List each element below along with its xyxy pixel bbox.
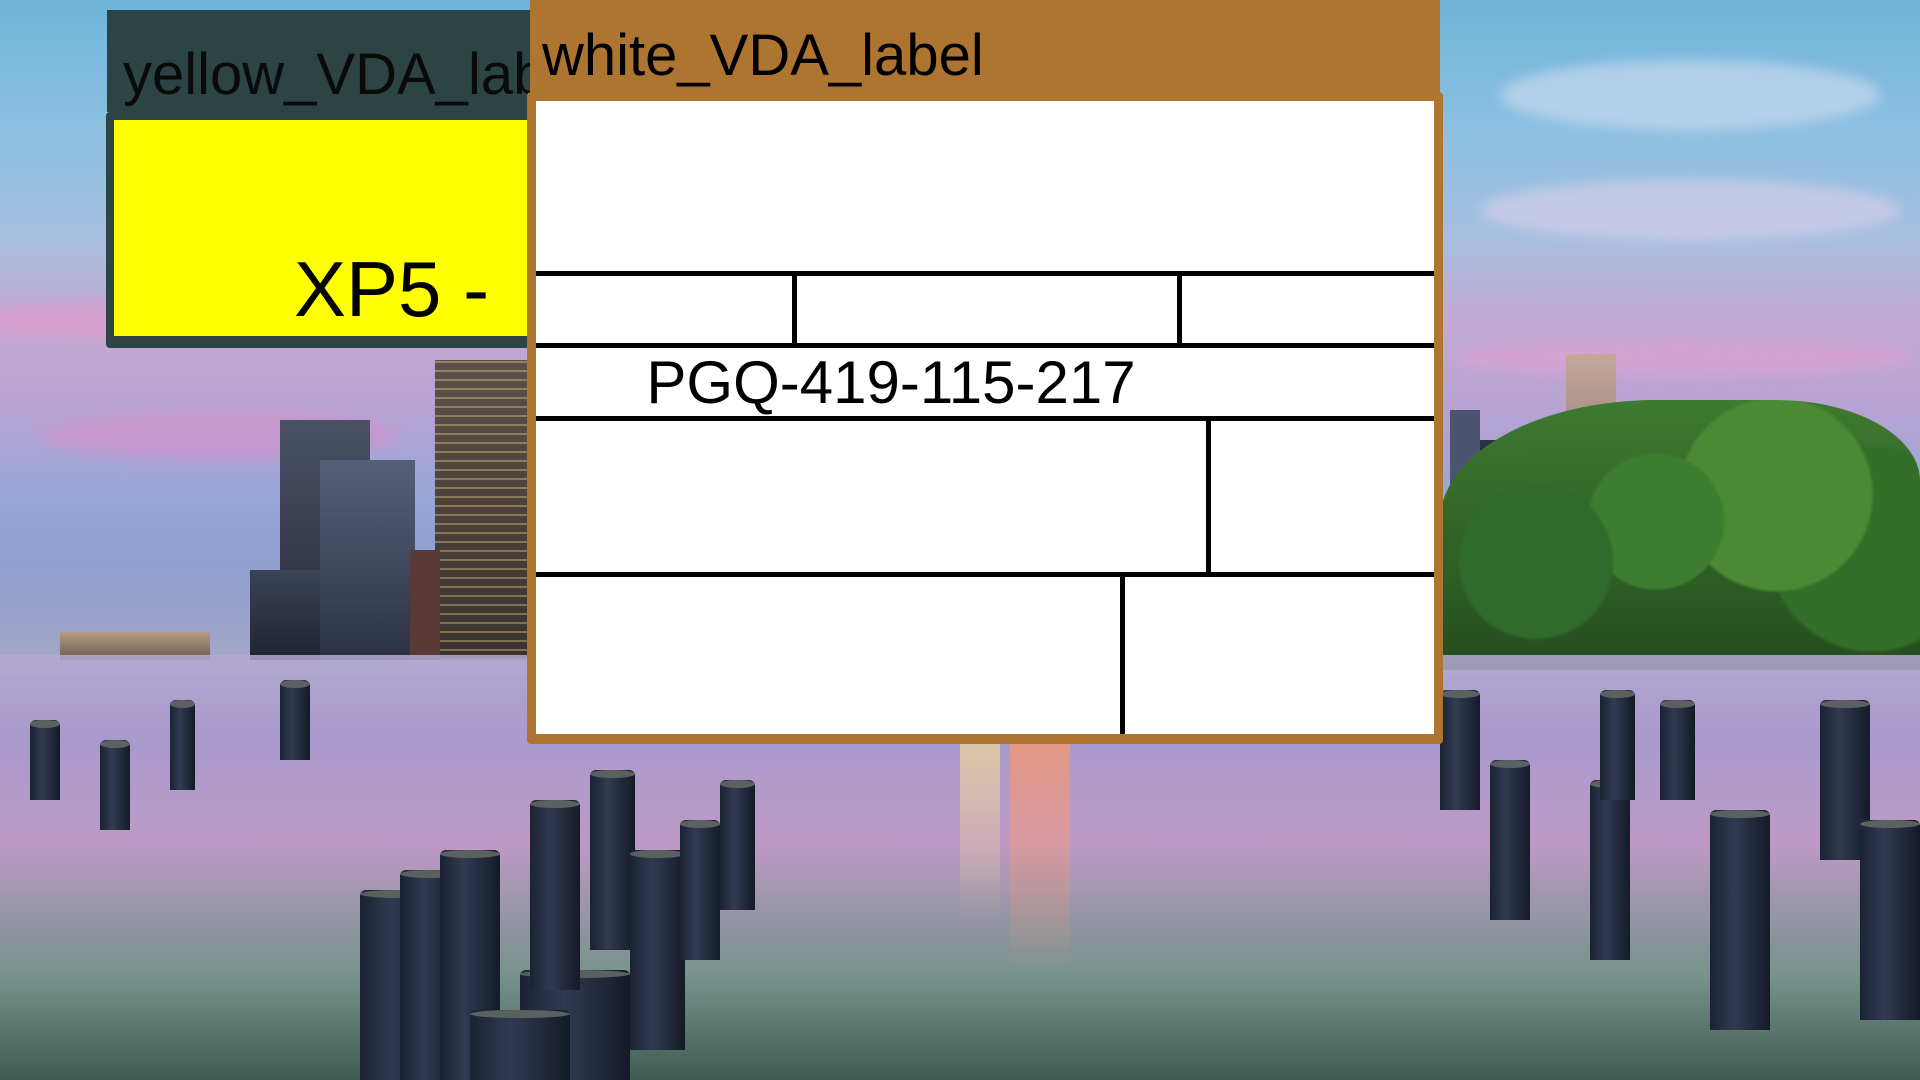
pier-piling [30,720,60,800]
pier-piling [1600,690,1635,800]
white-label-panel: PGQ-419-115-217 [536,101,1434,734]
pier-piling [470,1010,570,1080]
pier-piling [630,850,685,1050]
pier-piling [1440,690,1480,810]
wallpaper-cloud [1450,340,1910,376]
pier-piling [1710,810,1770,1030]
pier-piling [680,820,720,960]
label-value-text: XP5 - [294,245,490,333]
window-frame: PGQ-419-115-217 [527,92,1443,744]
pier-piling [530,800,580,990]
pier-piling [1860,820,1920,1020]
label-grid-line [792,271,797,343]
pier-piling [720,780,755,910]
building [410,550,440,660]
building [320,460,415,660]
pier-piling [1660,700,1695,800]
water-reflection [1010,740,1070,970]
window-title: yellow_VDA_label [123,42,591,107]
window-title-bar[interactable]: white_VDA_label [530,0,1440,92]
label-grid-line [1120,572,1125,734]
white-vda-label-window[interactable]: white_VDA_label PGQ-419-115-217 [527,0,1443,745]
label-grid-line [536,416,1434,421]
wallpaper-trees [1440,400,1920,670]
wallpaper-cloud [1500,60,1880,130]
pier-piling [1590,780,1630,960]
skyline-left [0,320,560,660]
label-grid-line [1177,271,1182,343]
wallpaper-cloud [1480,180,1900,240]
pier-piling [590,770,635,950]
building [250,570,320,660]
label-grid-line [536,572,1434,577]
window-title: white_VDA_label [542,23,984,88]
pier-piling [1490,760,1530,920]
water-reflection [960,740,1000,920]
label-grid-line [536,343,1434,348]
label-grid-line [1206,416,1211,574]
label-code-text: PGQ-419-115-217 [646,349,1136,416]
building [435,360,530,660]
pier-piling [280,680,310,760]
pier-piling [170,700,195,790]
pier-piling [100,740,130,830]
label-grid-line [536,271,1434,276]
